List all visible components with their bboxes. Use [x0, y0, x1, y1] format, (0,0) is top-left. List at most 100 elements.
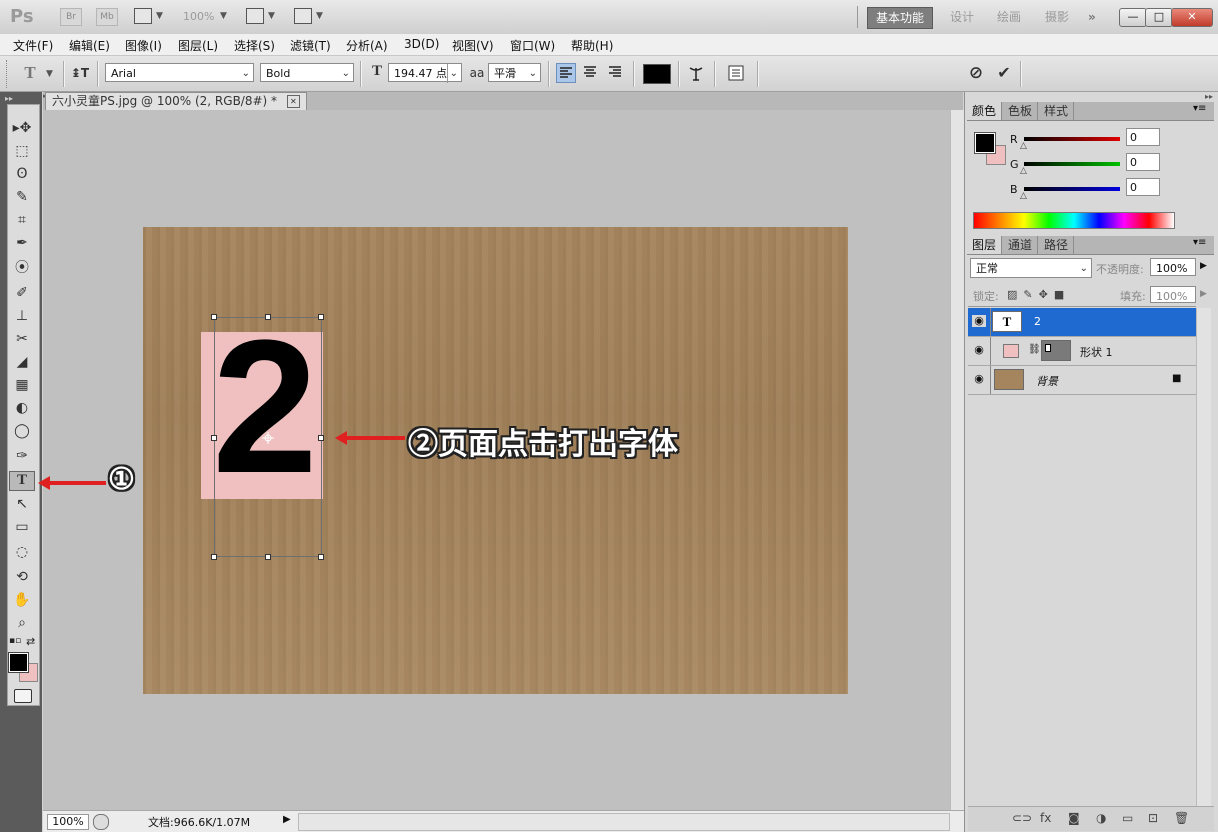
layer-name[interactable]: 2 [1034, 315, 1041, 328]
menu-file[interactable]: 文件(F) [13, 37, 53, 54]
marquee-tool-icon[interactable]: ⬚ [9, 141, 35, 161]
3d-orbit-tool-icon[interactable]: ⟲ [9, 567, 35, 587]
font-style-select[interactable]: Bold ⌄ [260, 63, 354, 82]
tab-styles[interactable]: 样式 [1039, 102, 1075, 120]
slider-thumb-icon[interactable]: △ [1020, 141, 1027, 151]
chevron-down-icon[interactable]: ▼ [316, 11, 323, 21]
vector-mask-thumbnail[interactable] [1041, 340, 1071, 361]
type-tool-icon[interactable]: T [9, 471, 35, 491]
move-tool-icon[interactable]: ▸✥ [9, 118, 35, 138]
text-color-swatch[interactable] [643, 64, 671, 84]
fill-slider-arrow-icon[interactable]: ▶ [1200, 289, 1207, 299]
menu-view[interactable]: 视图(V) [452, 37, 494, 54]
collapse-toolbox-icon[interactable]: ▸▸ [5, 94, 13, 103]
reference-point-icon[interactable] [262, 432, 274, 444]
transform-handle[interactable] [318, 435, 324, 441]
minimize-button[interactable]: — [1119, 8, 1147, 27]
foreground-color-swatch[interactable] [9, 653, 28, 672]
chevron-down-icon[interactable]: ▼ [46, 69, 53, 79]
channel-slider-r[interactable] [1024, 137, 1120, 141]
blur-tool-icon[interactable]: ◐ [9, 398, 35, 418]
hand-tool-icon[interactable]: ✋ [9, 590, 35, 610]
tab-color[interactable]: 颜色 [967, 102, 1003, 120]
commit-icon[interactable]: ✔ [994, 63, 1014, 83]
menu-layer[interactable]: 图层(L) [178, 37, 218, 54]
menu-3d[interactable]: 3D(D) [404, 37, 439, 51]
blend-mode-select[interactable]: 正常 ⌄ [970, 258, 1092, 278]
transform-handle[interactable] [318, 554, 324, 560]
panel-menu-icon[interactable]: ▾≡ [1193, 103, 1206, 114]
view-extras-icon[interactable] [134, 8, 152, 24]
menu-edit[interactable]: 编辑(E) [69, 37, 110, 54]
tab-layers[interactable]: 图层 [967, 236, 1003, 254]
workspace-painting[interactable]: 绘画 [989, 7, 1029, 27]
horizontal-scrollbar[interactable] [298, 813, 950, 831]
zoom-tool-icon[interactable]: ⌕ [9, 613, 35, 633]
visibility-eye-icon[interactable]: ◉ [972, 344, 986, 356]
menu-help[interactable]: 帮助(H) [571, 37, 613, 54]
fill-field[interactable]: 100% [1150, 286, 1196, 303]
default-colors-icon[interactable]: ▪▫ [9, 636, 21, 646]
more-workspaces-icon[interactable]: » [1080, 7, 1104, 27]
3d-rotate-tool-icon[interactable]: ◌ [9, 542, 35, 562]
zoom-level[interactable]: 100% [183, 10, 214, 23]
channel-value-r[interactable]: 0 [1126, 128, 1160, 146]
visibility-eye-icon[interactable]: ◉ [972, 315, 986, 327]
channel-slider-b[interactable] [1024, 187, 1120, 191]
zoom-field[interactable]: 100% [47, 814, 89, 830]
mini-bridge-button[interactable]: Mb [96, 8, 118, 26]
brush-tool-icon[interactable]: ✐ [9, 283, 35, 303]
arrange-documents-icon[interactable] [246, 8, 264, 24]
status-info-arrow-icon[interactable]: ▶ [283, 814, 291, 825]
tab-channels[interactable]: 通道 [1003, 236, 1039, 254]
document-tab[interactable]: 六小灵童PS.jpg @ 100% (2, RGB/8#) * ✕ [45, 92, 307, 110]
transform-handle[interactable] [265, 314, 271, 320]
path-selection-tool-icon[interactable]: ↖ [9, 494, 35, 514]
eraser-tool-icon[interactable]: ◢ [9, 352, 35, 372]
swap-colors-icon[interactable]: ⇄ [26, 635, 35, 648]
channel-slider-g[interactable] [1024, 162, 1120, 166]
layer-row-background[interactable]: ◉ 背景 ■ [968, 366, 1196, 395]
eyedropper-tool-icon[interactable]: ✒ [9, 233, 35, 253]
color-panel-foreground-swatch[interactable] [975, 133, 995, 153]
new-layer-icon[interactable]: ⊡ [1148, 811, 1158, 825]
align-center-button[interactable] [581, 63, 601, 83]
transform-handle[interactable] [318, 314, 324, 320]
spot-healing-tool-icon[interactable]: ⦿ [9, 258, 35, 278]
align-left-button[interactable] [556, 63, 576, 83]
layer-name[interactable]: 形状 1 [1080, 344, 1113, 360]
pen-tool-icon[interactable]: ✑ [9, 446, 35, 466]
warp-text-button[interactable] [685, 63, 707, 85]
menu-image[interactable]: 图像(I) [125, 37, 162, 54]
chain-link-icon[interactable]: ⛓ [1028, 344, 1041, 355]
mask-icon[interactable]: ◙ [1068, 811, 1080, 825]
transform-handle[interactable] [211, 435, 217, 441]
text-tool-preset-icon[interactable]: T [20, 63, 40, 83]
screen-mode-icon[interactable] [294, 8, 312, 24]
chevron-down-icon[interactable]: ▼ [268, 11, 275, 21]
bridge-button[interactable]: Br [60, 8, 82, 26]
vertical-scrollbar[interactable] [950, 110, 965, 810]
trash-icon[interactable]: 🗑 [1174, 811, 1189, 825]
color-spectrum-ramp[interactable] [973, 212, 1175, 229]
collapse-panels-icon[interactable]: ▸▸ [1205, 92, 1213, 101]
visibility-eye-icon[interactable]: ◉ [972, 373, 986, 385]
layers-scrollbar[interactable] [1196, 308, 1211, 808]
rectangle-tool-icon[interactable]: ▭ [9, 517, 35, 537]
character-panel-button[interactable] [726, 63, 748, 85]
close-tab-icon[interactable]: ✕ [286, 95, 300, 108]
panel-menu-icon[interactable]: ▾≡ [1193, 237, 1206, 248]
transform-handle[interactable] [211, 554, 217, 560]
slider-thumb-icon[interactable]: △ [1020, 166, 1027, 176]
options-grip[interactable] [6, 60, 10, 88]
tab-swatches[interactable]: 色板 [1003, 102, 1039, 120]
transform-handle[interactable] [211, 314, 217, 320]
crop-tool-icon[interactable]: ⌗ [9, 210, 35, 230]
layer-row-text[interactable]: ◉ T 2 [968, 308, 1196, 337]
menu-analysis[interactable]: 分析(A) [346, 37, 388, 54]
adjustment-icon[interactable]: ◑ [1096, 811, 1106, 825]
workspace-design[interactable]: 设计 [942, 7, 982, 27]
maximize-button[interactable]: □ [1145, 8, 1173, 27]
history-brush-tool-icon[interactable]: ✂ [9, 329, 35, 349]
quick-selection-tool-icon[interactable]: ✎ [9, 187, 35, 207]
